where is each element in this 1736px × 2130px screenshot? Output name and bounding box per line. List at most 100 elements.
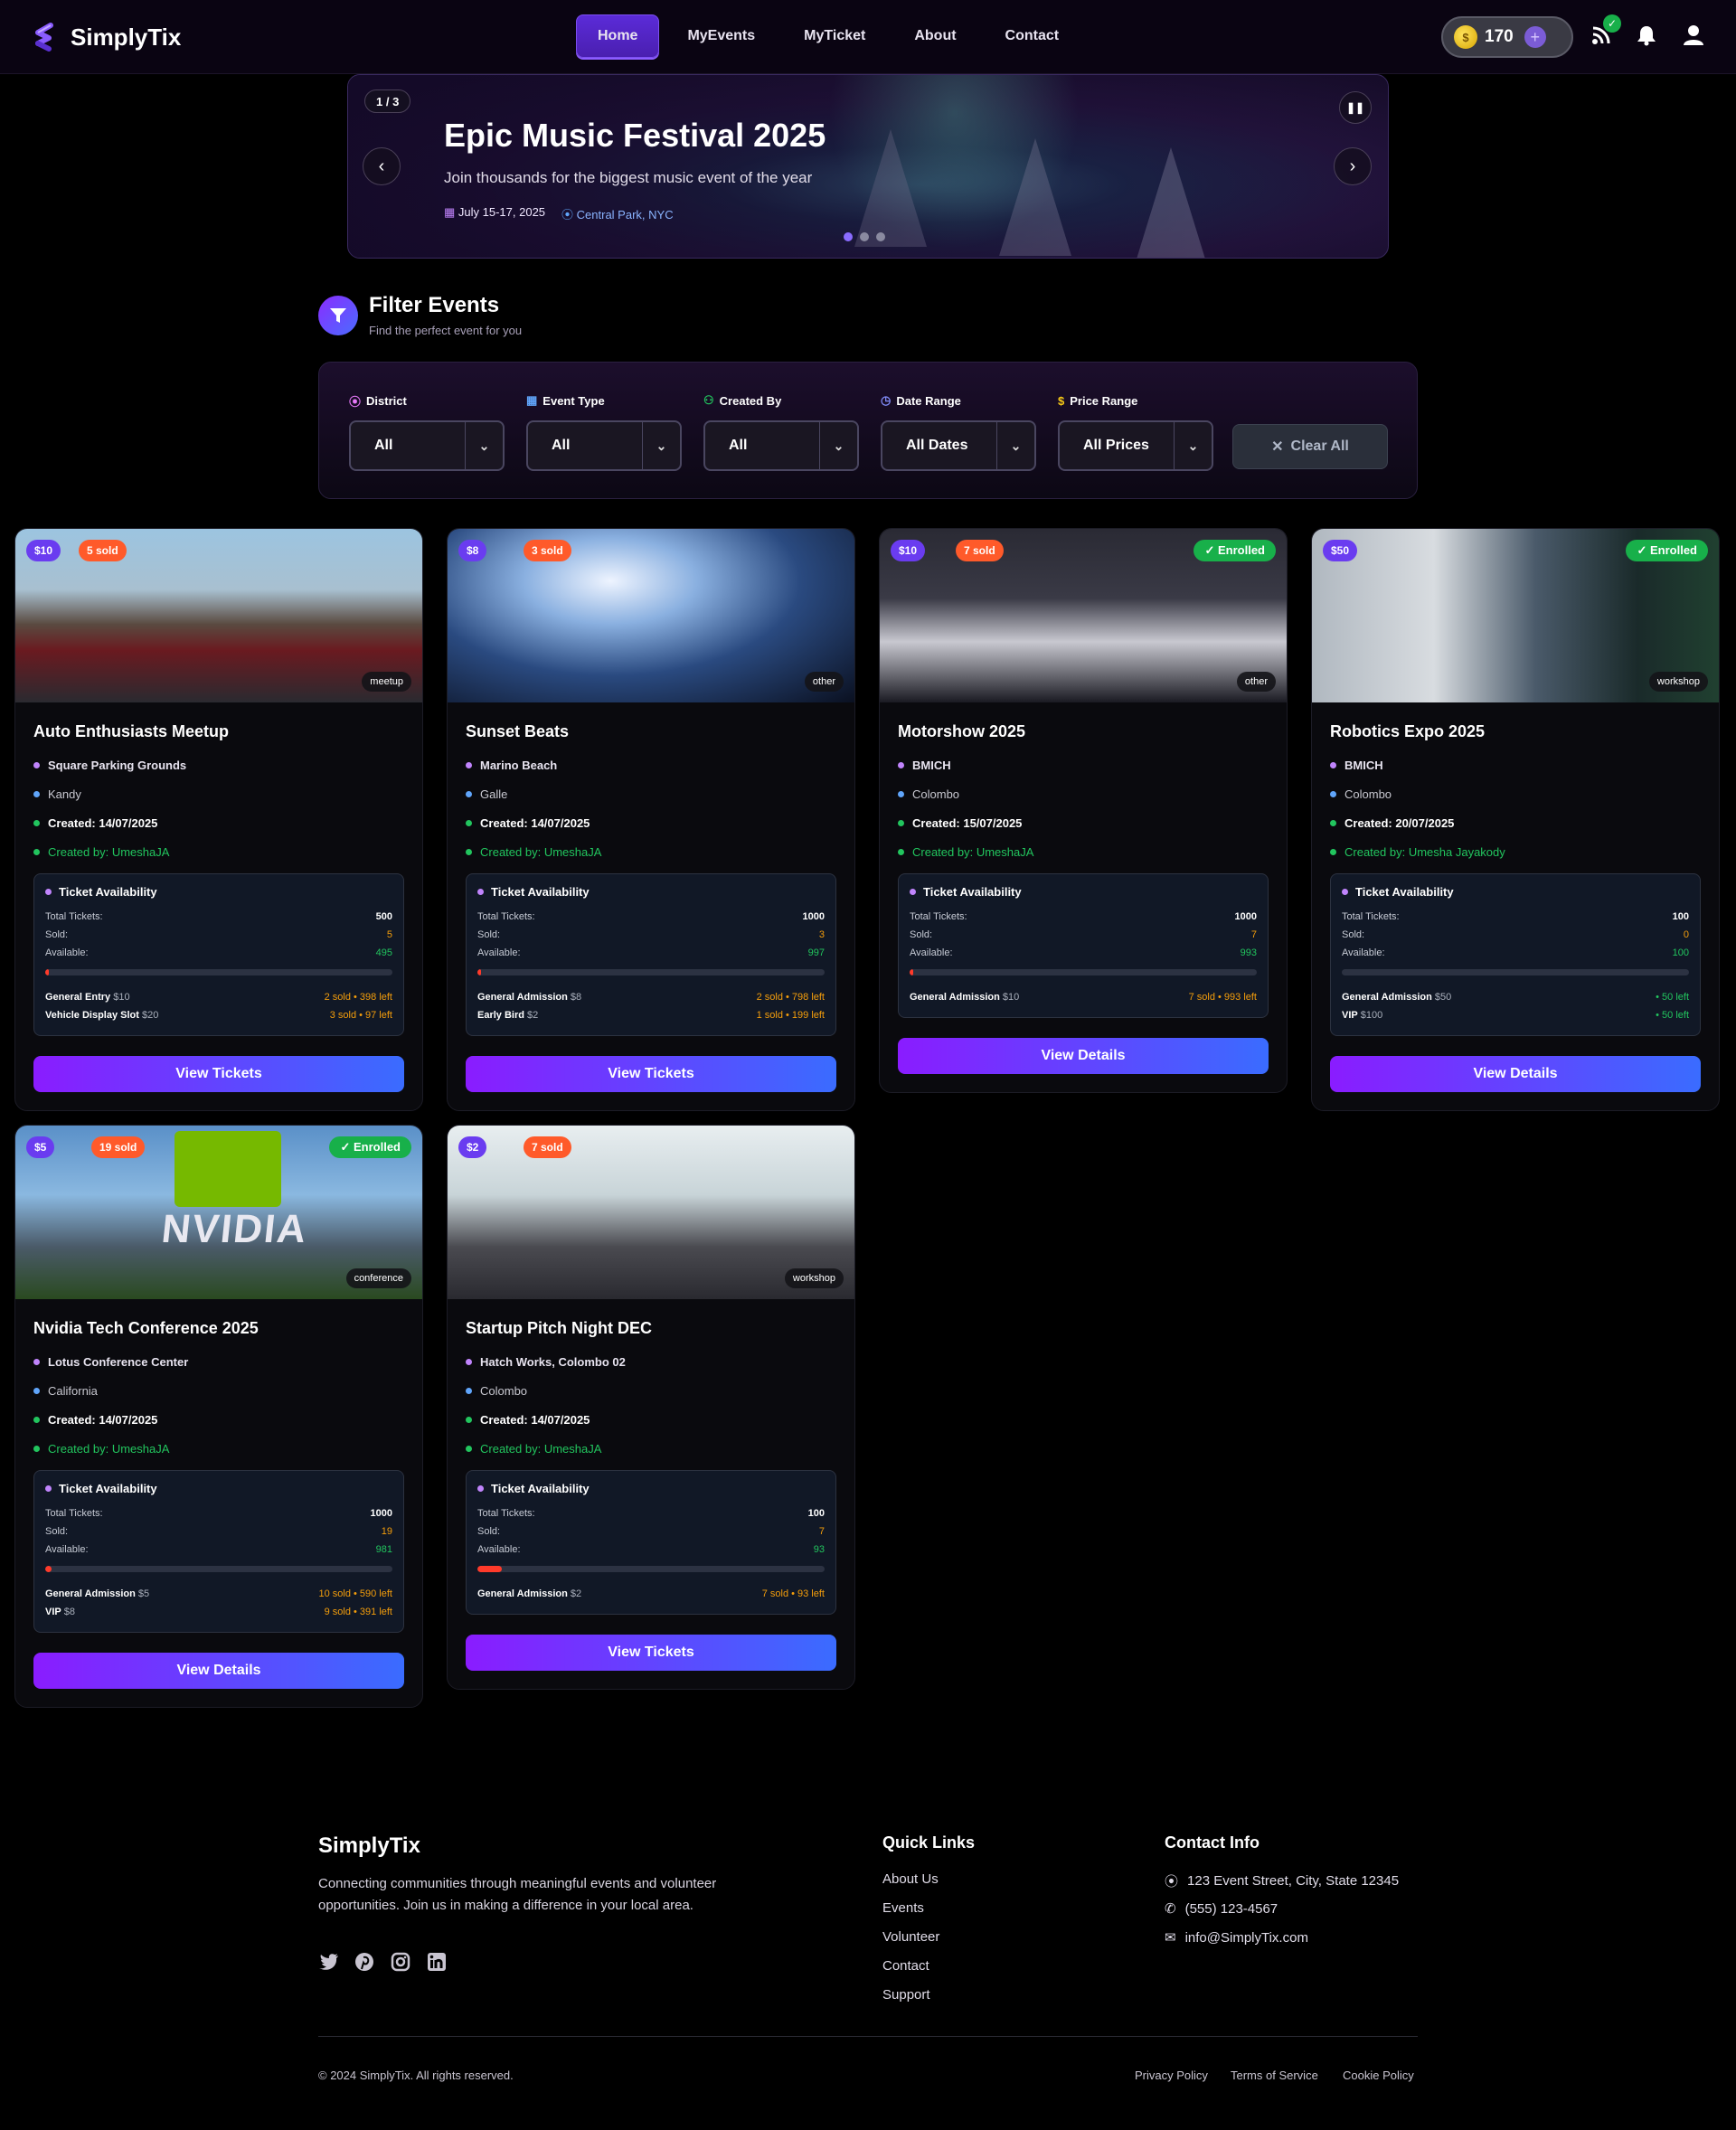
event-created-date: Created: 14/07/2025 xyxy=(466,815,836,830)
tier-price: $2 xyxy=(527,1010,539,1021)
event-creator: Created by: Umesha Jayakody xyxy=(1330,844,1701,859)
tier-name: Vehicle Display Slot xyxy=(45,1010,139,1021)
bullet-icon xyxy=(466,1445,472,1452)
slide-dot[interactable] xyxy=(876,232,885,241)
hero-title: Epic Music Festival 2025 xyxy=(444,117,826,154)
event-image[interactable]: $10 7 sold ✓ Enrolled other xyxy=(880,529,1287,702)
tier-name: General Entry xyxy=(45,992,111,1003)
chevron-down-icon: ⌄ xyxy=(1174,422,1212,469)
event-title: Startup Pitch Night DEC xyxy=(466,1319,652,1337)
instagram-icon[interactable] xyxy=(390,1951,411,1973)
tier-price: $8 xyxy=(63,1607,76,1617)
date-range-select[interactable]: All Dates ⌄ xyxy=(881,420,1036,471)
slide-dot[interactable] xyxy=(844,232,853,241)
bullet-icon xyxy=(910,889,916,895)
bullet-icon xyxy=(33,1358,40,1365)
bullet-icon xyxy=(45,889,52,895)
footer-link-contact[interactable]: Contact xyxy=(882,1958,929,1974)
slide-dots xyxy=(844,232,885,241)
total-tickets-row: Total Tickets: 500 xyxy=(45,911,392,922)
hero-date: ▦ July 15-17, 2025 xyxy=(444,205,546,219)
event-creator: Created by: UmeshaJA xyxy=(33,844,404,859)
bullet-icon xyxy=(466,1416,472,1423)
price-badge: $50 xyxy=(1323,540,1358,561)
view-event-button[interactable]: View Tickets xyxy=(466,1056,836,1092)
event-image[interactable]: $50 ✓ Enrolled workshop xyxy=(1312,529,1719,702)
footer-link-about[interactable]: About Us xyxy=(882,1871,939,1887)
event-image[interactable]: $8 3 sold other xyxy=(448,529,854,702)
price-badge: $10 xyxy=(26,540,61,561)
brand-logo[interactable]: SimplyTix xyxy=(31,22,181,52)
ticket-availability-box: Ticket Availability Total Tickets: 100 So… xyxy=(1330,873,1701,1036)
pinterest-icon[interactable] xyxy=(354,1951,375,1973)
sold-row: Sold: 7 xyxy=(477,1526,825,1537)
tier-price: $8 xyxy=(570,992,582,1003)
event-venue: Square Parking Grounds xyxy=(33,758,404,772)
sold-row: Sold: 19 xyxy=(45,1526,392,1537)
footer-phone[interactable]: ✆ (555) 123-4567 xyxy=(1165,1900,1278,1918)
footer-link-support[interactable]: Support xyxy=(882,1987,930,2003)
slide-dot[interactable] xyxy=(860,232,869,241)
hero-carousel[interactable]: 1 / 3 ‹ › ❚❚ Epic Music Festival 2025 Jo… xyxy=(347,74,1389,259)
add-coins-icon[interactable]: + xyxy=(1524,26,1546,48)
event-card[interactable]: $10 5 sold meetup Auto Enthusiasts Meetu… xyxy=(14,528,423,1111)
event-image[interactable]: $2 7 sold workshop xyxy=(448,1126,854,1299)
event-image[interactable]: NVIDIA $5 19 sold ✓ Enrolled conference xyxy=(15,1126,422,1299)
nav-about[interactable]: About xyxy=(893,14,976,58)
availability-title: Ticket Availability xyxy=(59,885,157,899)
ticket-availability-box: Ticket Availability Total Tickets: 1000 S… xyxy=(466,873,836,1036)
privacy-policy-link[interactable]: Privacy Policy xyxy=(1135,2069,1208,2082)
terms-of-service-link[interactable]: Terms of Service xyxy=(1231,2069,1318,2082)
nav-home[interactable]: Home xyxy=(576,14,660,58)
twitter-icon[interactable] xyxy=(318,1951,340,1973)
view-event-button[interactable]: View Details xyxy=(33,1653,404,1689)
view-event-button[interactable]: View Tickets xyxy=(33,1056,404,1092)
tier-name: General Admission xyxy=(477,992,568,1003)
coin-icon: $ xyxy=(1454,25,1477,49)
created-by-filter: ⚇ Created By All ⌄ xyxy=(703,393,859,471)
nav-myticket[interactable]: MyTicket xyxy=(783,14,886,58)
hero-meta: ▦ July 15-17, 2025 ⦿ Central Park, NYC xyxy=(444,205,674,222)
sold-count-badge: 5 sold xyxy=(79,540,127,561)
tier-price: $20 xyxy=(142,1010,159,1021)
footer-divider xyxy=(318,2036,1418,2037)
prev-slide-button[interactable]: ‹ xyxy=(363,147,401,185)
event-image[interactable]: $10 5 sold meetup xyxy=(15,529,422,702)
clear-all-button[interactable]: ✕ Clear All xyxy=(1232,424,1388,469)
nav-myevents[interactable]: MyEvents xyxy=(666,14,776,58)
cookie-policy-link[interactable]: Cookie Policy xyxy=(1343,2069,1414,2082)
event-card[interactable]: $10 7 sold ✓ Enrolled other Motorshow 202… xyxy=(879,528,1288,1093)
view-event-button[interactable]: View Details xyxy=(898,1038,1269,1074)
sold-row: Sold: 3 xyxy=(477,929,825,940)
bell-icon[interactable] xyxy=(1635,24,1658,47)
next-slide-button[interactable]: › xyxy=(1334,147,1372,185)
linkedin-icon[interactable] xyxy=(426,1951,448,1973)
total-tickets-row: Total Tickets: 100 xyxy=(477,1508,825,1519)
event-card[interactable]: $2 7 sold workshop Startup Pitch Night D… xyxy=(447,1125,855,1690)
event-created-date: Created: 14/07/2025 xyxy=(33,1412,404,1427)
view-event-button[interactable]: View Details xyxy=(1330,1056,1701,1092)
user-profile-icon[interactable] xyxy=(1682,24,1705,47)
event-card[interactable]: $50 ✓ Enrolled workshop Robotics Expo 20… xyxy=(1311,528,1720,1111)
tier-name: VIP xyxy=(1342,1010,1358,1021)
footer-link-volunteer[interactable]: Volunteer xyxy=(882,1929,939,1945)
event-card[interactable]: $8 3 sold other Sunset Beats Marino Beac… xyxy=(447,528,855,1111)
tier-status: 9 sold • 391 left xyxy=(324,1607,392,1617)
sold-progress-fill xyxy=(45,969,49,975)
event-card[interactable]: NVIDIA $5 19 sold ✓ Enrolled conference N… xyxy=(14,1125,423,1708)
slide-counter: 1 / 3 xyxy=(364,90,411,113)
footer-link-events[interactable]: Events xyxy=(882,1900,924,1916)
bullet-icon xyxy=(33,1416,40,1423)
bullet-icon xyxy=(477,1485,484,1492)
view-event-button[interactable]: View Tickets xyxy=(466,1635,836,1671)
footer-email[interactable]: ✉ info@SimplyTix.com xyxy=(1165,1929,1308,1946)
ticket-tier: General Entry $10 2 sold • 398 left xyxy=(45,988,392,1006)
sold-progress-bar xyxy=(910,969,1257,975)
nav-contact[interactable]: Contact xyxy=(985,14,1080,58)
district-select[interactable]: All ⌄ xyxy=(349,420,505,471)
pause-button[interactable]: ❚❚ xyxy=(1339,91,1372,124)
event-type-select[interactable]: All ⌄ xyxy=(526,420,682,471)
coin-balance[interactable]: $ 170 + xyxy=(1441,16,1573,58)
price-range-select[interactable]: All Prices ⌄ xyxy=(1058,420,1213,471)
created-by-select[interactable]: All ⌄ xyxy=(703,420,859,471)
